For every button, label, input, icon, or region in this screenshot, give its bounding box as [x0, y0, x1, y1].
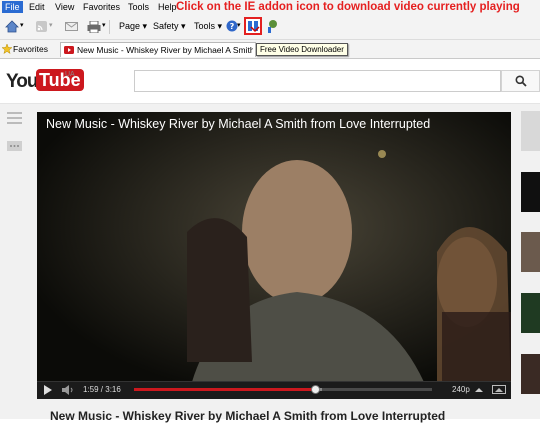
tab-title: New Music - Whiskey River by Michael A S…: [77, 45, 253, 55]
safety-menu-button[interactable]: Safety ▾: [153, 21, 186, 32]
browser-tab[interactable]: New Music - Whiskey River by Michael A S…: [60, 42, 256, 57]
guide-menu-icon[interactable]: [7, 112, 22, 124]
menu-edit[interactable]: Edit: [29, 2, 45, 12]
tools-menu-label: Tools: [194, 21, 216, 31]
quality-selector[interactable]: 240p: [452, 385, 470, 394]
page-menu-label: Page: [119, 21, 141, 31]
print-icon[interactable]: [87, 21, 101, 33]
settings-arrow-icon[interactable]: [474, 385, 484, 395]
favorites-star-icon: [2, 44, 12, 54]
home-dropdown-icon[interactable]: ▾: [20, 21, 24, 29]
feed-dropdown-icon[interactable]: ▾: [49, 21, 53, 29]
region-code: UA: [65, 71, 75, 78]
youtube-logo-tube[interactable]: Tube: [36, 69, 84, 91]
related-video-thumbnail[interactable]: [521, 172, 540, 212]
video-player[interactable]: [37, 112, 511, 398]
play-icon[interactable]: [43, 385, 53, 395]
man-face: [242, 160, 352, 304]
video-downloader-icon: [248, 21, 260, 33]
command-bar: ▾ ▾ ▾ Page ▾ Safety ▾ Tools ▾ ? ▾: [0, 15, 540, 40]
mail-icon[interactable]: [65, 22, 78, 31]
menu-view[interactable]: View: [55, 2, 74, 12]
youtube-logo-you[interactable]: You: [6, 71, 39, 93]
youtube-favicon-icon: [64, 46, 74, 54]
page-menu-button[interactable]: Page ▾: [119, 21, 147, 32]
player-size-icon[interactable]: [492, 385, 506, 394]
menu-help[interactable]: Help: [158, 2, 177, 12]
instruction-annotation: Click on the IE addon icon to download v…: [176, 1, 520, 13]
menu-favorites[interactable]: Favorites: [83, 2, 120, 12]
home-icon[interactable]: [5, 20, 19, 33]
tools-menu-button[interactable]: Tools ▾: [194, 21, 222, 32]
menu-file[interactable]: File: [2, 1, 23, 13]
search-button[interactable]: [501, 70, 540, 92]
progress-fill: [134, 388, 316, 391]
video-title[interactable]: New Music - Whiskey River by Michael A S…: [46, 117, 430, 131]
research-icon[interactable]: [266, 19, 279, 34]
menu-tools[interactable]: Tools: [128, 2, 149, 12]
safety-menu-label: Safety: [153, 21, 179, 31]
help-dropdown-icon[interactable]: ▾: [237, 21, 241, 29]
separator: [109, 20, 110, 34]
related-video-thumbnail[interactable]: [521, 293, 540, 333]
video-frame: [37, 112, 511, 398]
guide-more-icon[interactable]: [7, 141, 22, 151]
progress-bar[interactable]: [134, 385, 432, 394]
search-icon: [515, 75, 527, 87]
tooltip: Free Video Downloader: [256, 43, 348, 56]
related-video-thumbnail[interactable]: [521, 232, 540, 272]
watch-page-title: New Music - Whiskey River by Michael A S…: [50, 409, 446, 423]
volume-icon[interactable]: [62, 385, 74, 395]
svg-text:?: ?: [230, 22, 235, 31]
related-video-thumbnail[interactable]: [521, 354, 540, 394]
related-video-thumbnail[interactable]: [521, 111, 540, 151]
print-dropdown-icon[interactable]: ▾: [102, 21, 106, 29]
search-input[interactable]: [134, 70, 501, 92]
free-video-downloader-button[interactable]: [244, 17, 262, 35]
rss-feed-icon[interactable]: [36, 21, 47, 32]
favorites-button[interactable]: Favorites: [13, 44, 48, 54]
time-display: 1:59 / 3:16: [83, 385, 121, 394]
